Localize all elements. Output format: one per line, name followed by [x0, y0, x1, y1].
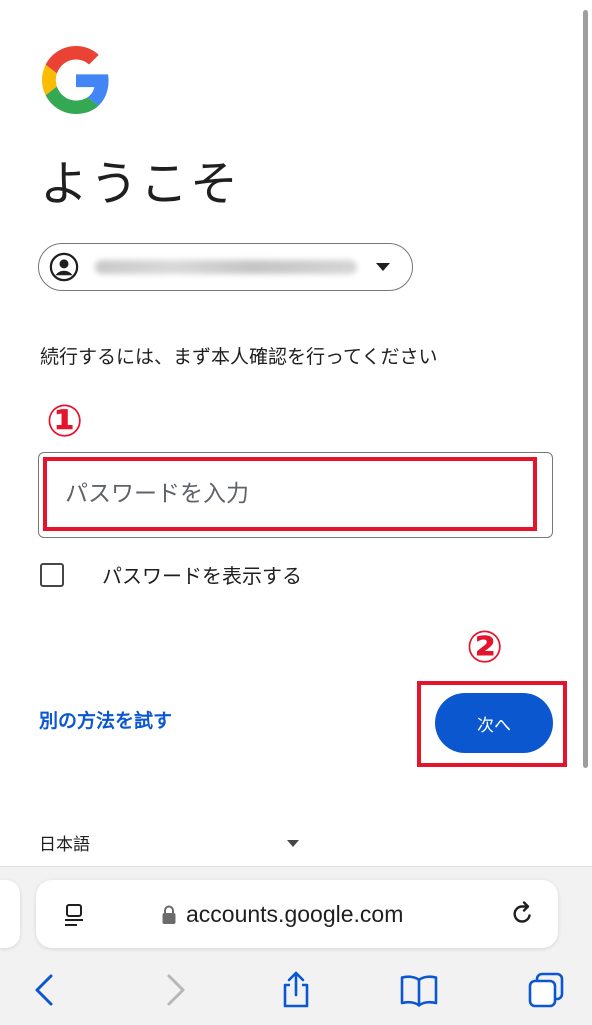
annotation-step-2: ② — [466, 622, 504, 673]
scrollbar[interactable] — [583, 10, 588, 768]
bookmarks-icon[interactable] — [399, 970, 439, 1010]
dropdown-caret-icon — [376, 263, 390, 271]
account-circle-icon — [49, 252, 79, 282]
chevron-down-icon[interactable] — [287, 840, 299, 847]
annotation-highlight-box: 次へ — [417, 681, 567, 767]
share-icon[interactable] — [276, 970, 316, 1010]
page-title: ようこそ — [40, 156, 241, 212]
google-logo-icon — [42, 46, 109, 114]
previous-tab-edge[interactable] — [0, 880, 20, 948]
password-input[interactable] — [43, 457, 537, 531]
forward-icon[interactable] — [154, 970, 194, 1010]
show-password-label: パスワードを表示する — [102, 564, 302, 588]
reload-icon[interactable] — [508, 900, 536, 928]
show-password-checkbox[interactable] — [40, 562, 64, 587]
show-password-row[interactable]: パスワードを表示する — [40, 560, 302, 589]
account-chip[interactable] — [38, 243, 413, 291]
annotation-step-1: ① — [46, 396, 84, 447]
back-icon[interactable] — [26, 970, 66, 1010]
url-text[interactable]: accounts.google.com — [186, 898, 403, 930]
try-another-way-link[interactable]: 別の方法を試す — [39, 706, 172, 733]
next-button[interactable]: 次へ — [435, 693, 553, 753]
instruction-text: 続行するには、まず本人確認を行ってください — [40, 346, 438, 368]
email-redacted — [95, 260, 357, 274]
address-bar[interactable]: accounts.google.com — [36, 880, 558, 948]
reader-icon[interactable] — [62, 902, 88, 928]
password-field[interactable] — [38, 452, 553, 538]
language-selector[interactable]: 日本語 — [39, 830, 90, 855]
lock-icon — [162, 905, 176, 924]
tabs-icon[interactable] — [526, 970, 566, 1010]
